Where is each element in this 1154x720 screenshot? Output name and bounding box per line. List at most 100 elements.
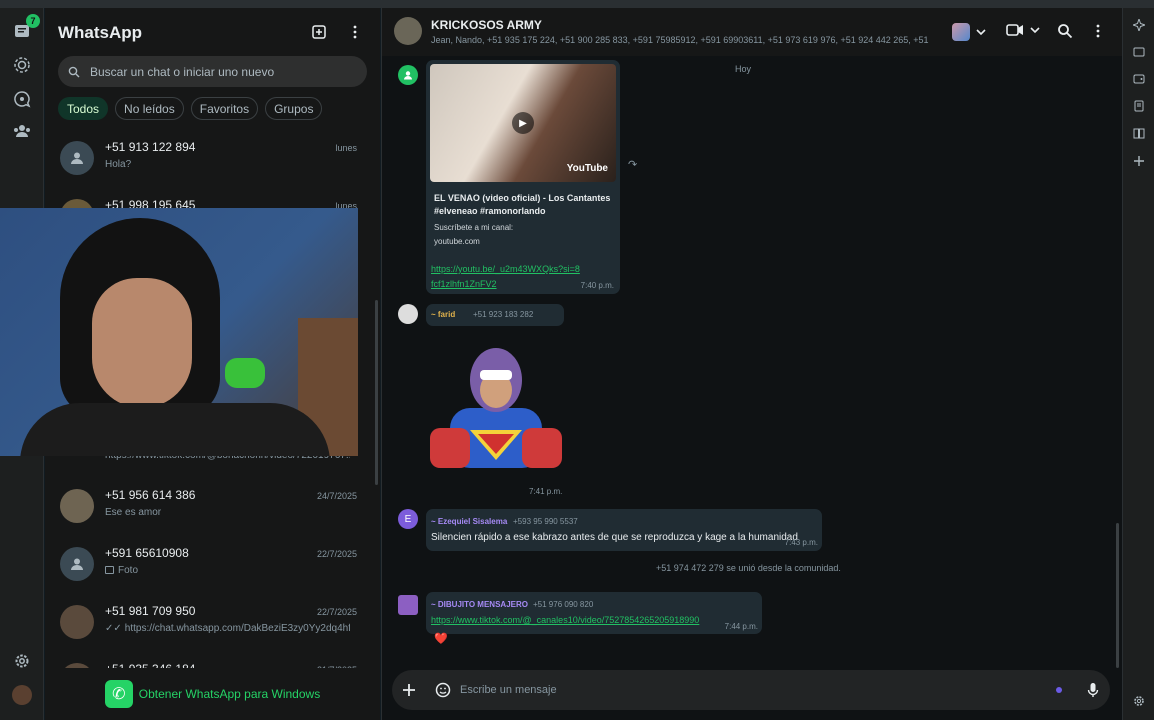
person-icon <box>404 71 412 80</box>
filter-favoritos[interactable]: Favoritos <box>190 97 259 120</box>
book-icon[interactable] <box>1132 126 1146 140</box>
heart-reaction[interactable]: ❤️ <box>434 632 448 645</box>
day-separator: Hoy <box>735 64 752 74</box>
search-bar[interactable]: Buscar un chat o iniciar uno nuevo <box>58 56 367 87</box>
search-input[interactable]: Buscar un chat o iniciar uno nuevo <box>90 65 274 79</box>
group-name: KRICKOSOS ARMY <box>431 18 542 32</box>
chat-name: +591 65610908 <box>105 546 189 560</box>
message-time: 7:43 p.m. <box>784 538 818 547</box>
window-top-strip <box>0 0 1154 8</box>
chat-preview-text: https://chat.whatsapp.com/DakBeziE3zy0Yy… <box>124 623 350 634</box>
conversation-header[interactable]: KRICKOSOS ARMY Jean, Nando, +51 935 175 … <box>382 8 1123 56</box>
gear-icon[interactable] <box>1132 694 1146 708</box>
status-icon[interactable] <box>11 54 33 76</box>
video-camera-icon <box>1006 24 1023 36</box>
preview-description: Suscríbete a mi canal: youtube.com <box>434 221 616 249</box>
text-message[interactable]: ~ Ezequiel Sisalema +593 95 990 5537 Sil… <box>426 509 822 551</box>
webcam-overlay <box>0 208 358 456</box>
filter-todos[interactable]: Todos <box>58 97 109 120</box>
chat-preview-text: Foto <box>118 565 139 576</box>
contact-avatar <box>60 605 94 639</box>
link-message[interactable]: ~ DIBUJITO MENSAJERO +51 976 090 820 htt… <box>426 592 762 634</box>
video-thumbnail[interactable]: ▶ YouTube <box>430 64 616 182</box>
filter-no-leidos[interactable]: No leídos <box>115 97 184 120</box>
sender-avatar[interactable]: E <box>398 509 418 529</box>
system-message: +51 974 472 279 se unió desde la comunid… <box>656 563 841 573</box>
sender-line: ~ farid +51 923 183 282 <box>426 304 564 326</box>
wallet-icon[interactable] <box>1132 72 1146 86</box>
chat-time: 24/7/2025 <box>316 491 357 501</box>
message-composer[interactable]: Escribe un mensaje <box>392 670 1110 710</box>
whatsapp-logo-icon: ✆ <box>104 680 133 708</box>
person-body <box>20 403 330 456</box>
conversation-panel: KRICKOSOS ARMY Jean, Nando, +51 935 175 … <box>381 8 1123 720</box>
profile-avatar[interactable] <box>11 684 33 706</box>
forward-icon[interactable]: ↷ <box>628 158 637 171</box>
chat-scrollbar[interactable] <box>1116 523 1119 668</box>
chat-row[interactable]: +51 981 709 950 ✓✓ https://chat.whatsapp.… <box>45 596 380 654</box>
get-windows-app-banner[interactable]: ✆ Obtener WhatsApp para Windows <box>45 668 380 720</box>
tiktok-link[interactable]: https://www.tiktok.com/@_canales10/video… <box>431 615 699 625</box>
message-text: Silencien rápido a ese kabrazo antes de … <box>431 532 798 543</box>
search-icon <box>68 66 80 77</box>
chat-row[interactable]: +591 65610908 Foto 22/7/2025 <box>45 538 380 596</box>
new-chat-icon[interactable] <box>311 24 329 42</box>
add-icon[interactable] <box>1132 154 1146 168</box>
photo-icon <box>105 566 114 574</box>
chat-preview: ✓✓ https://chat.whatsapp.com/DakBeziE3zy0… <box>105 623 350 634</box>
attach-plus-icon[interactable] <box>392 683 426 697</box>
link-preview-message[interactable]: ▶ YouTube EL VENAO (video oficial) - Los… <box>426 60 620 294</box>
unread-badge: 7 <box>26 14 40 28</box>
person-face <box>92 278 192 408</box>
menu-dots-icon[interactable] <box>347 24 365 42</box>
double-check-icon: ✓✓ <box>105 623 122 634</box>
sender-name[interactable]: ~ farid <box>431 310 455 319</box>
youtube-link-text[interactable]: https://youtu.be/_u2m43WXQks?si=8fcf1zlh… <box>431 264 580 289</box>
app-title: WhatsApp <box>58 23 143 42</box>
channels-icon[interactable] <box>11 88 33 110</box>
meta-ai-icon[interactable] <box>1042 687 1076 693</box>
sticker-time: 7:41 p.m. <box>529 487 563 496</box>
chat-row[interactable]: +51 913 122 894 Hola? lunes <box>45 132 380 190</box>
youtube-link[interactable]: https://youtu.be/_u2m43WXQks?si=8fcf1zlh… <box>431 261 581 291</box>
chat-menu-dots-icon[interactable] <box>1090 23 1106 39</box>
settings-icon[interactable] <box>11 650 33 672</box>
document-icon[interactable] <box>1132 99 1146 113</box>
sender-avatar[interactable] <box>398 595 418 615</box>
chat-preview: Foto <box>105 565 138 576</box>
sender-name[interactable]: ~ Ezequiel Sisalema <box>431 517 507 526</box>
chat-row[interactable]: +51 956 614 386 Ese es amor 24/7/2025 <box>45 480 380 538</box>
media-icon[interactable] <box>1132 45 1146 59</box>
video-call-button[interactable] <box>1006 23 1042 37</box>
search-messages-icon[interactable] <box>1057 23 1073 39</box>
chat-list-scrollbar[interactable] <box>375 300 378 485</box>
chat-name: +51 981 709 950 <box>105 604 196 618</box>
chevron-down-icon <box>976 29 986 36</box>
sender-avatar[interactable] <box>398 65 418 85</box>
chat-name: +51 913 122 894 <box>105 140 196 154</box>
group-shortcuts-button[interactable] <box>952 23 988 41</box>
message-input[interactable]: Escribe un mensaje <box>460 684 1042 696</box>
superhero-sticker[interactable] <box>430 338 562 468</box>
preview-domain: youtube.com <box>434 237 480 246</box>
chevron-down-icon <box>1030 27 1040 34</box>
sender-phone: +593 95 990 5537 <box>513 517 578 526</box>
communities-icon[interactable] <box>11 120 33 142</box>
sparkle-icon[interactable] <box>1132 18 1146 32</box>
sticker-emoji-icon[interactable] <box>426 682 460 698</box>
play-icon[interactable]: ▶ <box>512 112 534 134</box>
microphone-icon[interactable] <box>1076 682 1110 698</box>
sender-avatar[interactable] <box>398 304 418 324</box>
chat-preview: Ese es amor <box>105 507 162 518</box>
chat-preview: Hola? <box>105 159 132 170</box>
chat-time: lunes <box>335 143 357 153</box>
group-avatar[interactable] <box>394 17 422 45</box>
sender-name[interactable]: ~ DIBUJITO MENSAJERO <box>431 600 528 609</box>
sender-phone: +51 923 183 282 <box>473 310 534 319</box>
default-avatar-icon <box>60 547 94 581</box>
message-time: 7:44 p.m. <box>724 622 758 631</box>
chat-name: +51 956 614 386 <box>105 488 196 502</box>
side-tools-rail <box>1122 8 1154 720</box>
filter-grupos[interactable]: Grupos <box>265 97 323 120</box>
group-members: Jean, Nando, +51 935 175 224, +51 900 28… <box>431 35 931 45</box>
